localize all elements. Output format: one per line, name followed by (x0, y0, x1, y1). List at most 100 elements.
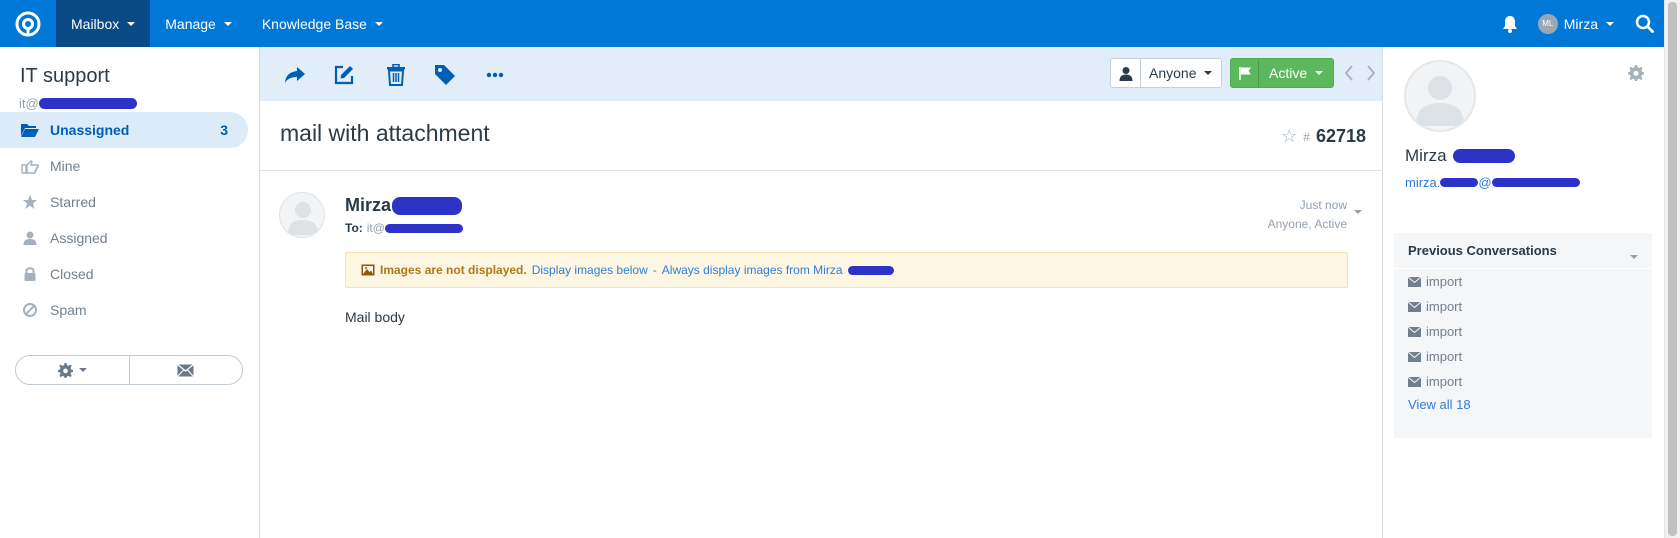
nav-mailbox-label: Mailbox (71, 15, 120, 32)
envelope-icon (1408, 376, 1421, 387)
previous-conversations-title: Previous Conversations (1408, 243, 1557, 258)
caret-down-icon (1630, 255, 1638, 259)
previous-conversation-item[interactable]: import (1394, 344, 1652, 369)
nav-manage[interactable]: Manage (150, 0, 247, 47)
folder-starred[interactable]: Starred (0, 184, 248, 220)
view-all-link[interactable]: View all 18 (1394, 397, 1652, 412)
conversation-panel: Anyone Active mail with attachment ☆ # 6… (259, 47, 1383, 538)
to-label: To: (345, 221, 363, 235)
mailbox-email: it@ (19, 96, 137, 111)
conversation-toolbar: Anyone Active (260, 47, 1382, 101)
prev-conversation-icon[interactable] (1340, 62, 1358, 84)
star-outline-icon[interactable]: ☆ (1281, 126, 1297, 147)
thread-meta: Anyone, Active (1267, 217, 1347, 231)
assignee-dropdown[interactable]: Anyone (1110, 58, 1223, 88)
previous-conversation-label: import (1426, 374, 1463, 389)
user-name: Mirza (1563, 15, 1598, 32)
notifications-bell-icon[interactable] (1498, 0, 1522, 47)
folder-closed[interactable]: Closed (0, 256, 248, 292)
envelope-icon (1408, 276, 1421, 287)
status-dropdown[interactable]: Active (1230, 58, 1335, 88)
number-hash: # (1303, 129, 1310, 144)
mailbox-sidebar: IT support it@ Unassigned 3 Mine Starred… (0, 47, 259, 538)
new-email-button[interactable] (130, 356, 243, 384)
always-display-images-link[interactable]: Always display images from Mirza (662, 263, 843, 277)
ban-icon (20, 301, 40, 319)
page-scrollbar[interactable] (1664, 0, 1680, 538)
redaction-mark (1452, 149, 1515, 163)
redaction-mark (1491, 178, 1580, 187)
customer-email-at: @ (1478, 175, 1492, 190)
recipient-line: To: it@ (345, 221, 463, 235)
flag-icon (1231, 59, 1259, 87)
images-warning-text: Images are not displayed. (380, 263, 527, 277)
envelope-icon (1408, 301, 1421, 312)
envelope-icon (1408, 326, 1421, 337)
previous-conversation-item[interactable]: import (1394, 369, 1652, 394)
redaction-mark (847, 265, 894, 275)
trash-icon[interactable] (383, 62, 409, 88)
user-icon (20, 229, 40, 247)
customer-avatar (1404, 60, 1476, 132)
edit-note-icon[interactable] (331, 62, 357, 88)
sender-avatar (279, 192, 325, 238)
top-navbar: Mailbox Manage Knowledge Base ML Mirza (0, 0, 1664, 47)
customer-name-text: Mirza (1405, 146, 1447, 165)
more-actions-icon[interactable] (482, 62, 508, 88)
mailbox-settings-button[interactable] (16, 356, 130, 384)
conversation-number: ☆ # 62718 (1281, 126, 1366, 147)
folder-unassigned[interactable]: Unassigned 3 (0, 112, 248, 148)
mail-body: Mail body (345, 309, 405, 325)
envelope-icon (1408, 351, 1421, 362)
freescout-logo-icon[interactable] (0, 0, 56, 47)
assignee-label: Anyone (1149, 65, 1197, 81)
caret-down-icon (127, 21, 136, 26)
folder-mine-label: Mine (50, 158, 81, 174)
folder-spam[interactable]: Spam (0, 292, 248, 328)
hand-point-icon (20, 157, 40, 175)
sender-name[interactable]: Mirza (345, 195, 463, 216)
scrollbar-thumb[interactable] (1668, 2, 1677, 536)
user-menu[interactable]: ML Mirza (1537, 13, 1614, 34)
redaction-mark (1440, 178, 1479, 187)
nav-knowledge-base[interactable]: Knowledge Base (247, 0, 398, 47)
customer-email[interactable]: mirza. @ (1405, 175, 1580, 190)
envelope-icon (177, 363, 195, 377)
user-avatar: ML (1537, 13, 1558, 34)
thread-menu-caret-icon[interactable] (1352, 201, 1362, 217)
folder-unassigned-count: 3 (220, 122, 228, 138)
sidebar-actions (15, 355, 243, 385)
previous-conversations-header[interactable]: Previous Conversations (1394, 233, 1652, 269)
customer-email-prefix: mirza. (1405, 175, 1441, 190)
search-icon[interactable] (1632, 0, 1656, 47)
previous-conversation-item[interactable]: import (1394, 269, 1652, 294)
forward-icon[interactable] (282, 62, 308, 88)
nav-manage-label: Manage (165, 15, 216, 32)
previous-conversation-item[interactable]: import (1394, 294, 1652, 319)
caret-down-icon (1606, 21, 1614, 26)
folder-mine[interactable]: Mine (0, 148, 248, 184)
conversation-number-value: 62718 (1315, 126, 1366, 146)
customer-settings-gear-icon[interactable] (1628, 65, 1644, 84)
caret-down-icon (374, 21, 383, 26)
subject-bar: mail with attachment ☆ # 62718 (260, 101, 1382, 171)
customer-name[interactable]: Mirza (1405, 146, 1515, 166)
mailbox-email-prefix: it@ (19, 96, 39, 111)
sender-name-text: Mirza (345, 195, 392, 215)
display-images-link[interactable]: Display images below (532, 263, 648, 277)
previous-conversation-label: import (1426, 324, 1463, 339)
images-blocked-notice: Images are not displayed. Display images… (345, 252, 1348, 288)
next-conversation-icon[interactable] (1362, 62, 1380, 84)
previous-conversation-item[interactable]: import (1394, 319, 1652, 344)
redaction-mark (38, 98, 137, 109)
caret-down-icon (1204, 71, 1213, 75)
folder-starred-label: Starred (50, 194, 96, 210)
customer-panel: Mirza mirza. @ Previous Conversations im… (1384, 47, 1664, 538)
previous-conversation-label: import (1426, 274, 1463, 289)
redaction-mark (384, 223, 463, 233)
nav-mailbox[interactable]: Mailbox (56, 0, 151, 47)
lock-icon (20, 265, 40, 283)
tag-icon[interactable] (432, 62, 458, 88)
folder-assigned-label: Assigned (50, 230, 108, 246)
folder-assigned[interactable]: Assigned (0, 220, 248, 256)
